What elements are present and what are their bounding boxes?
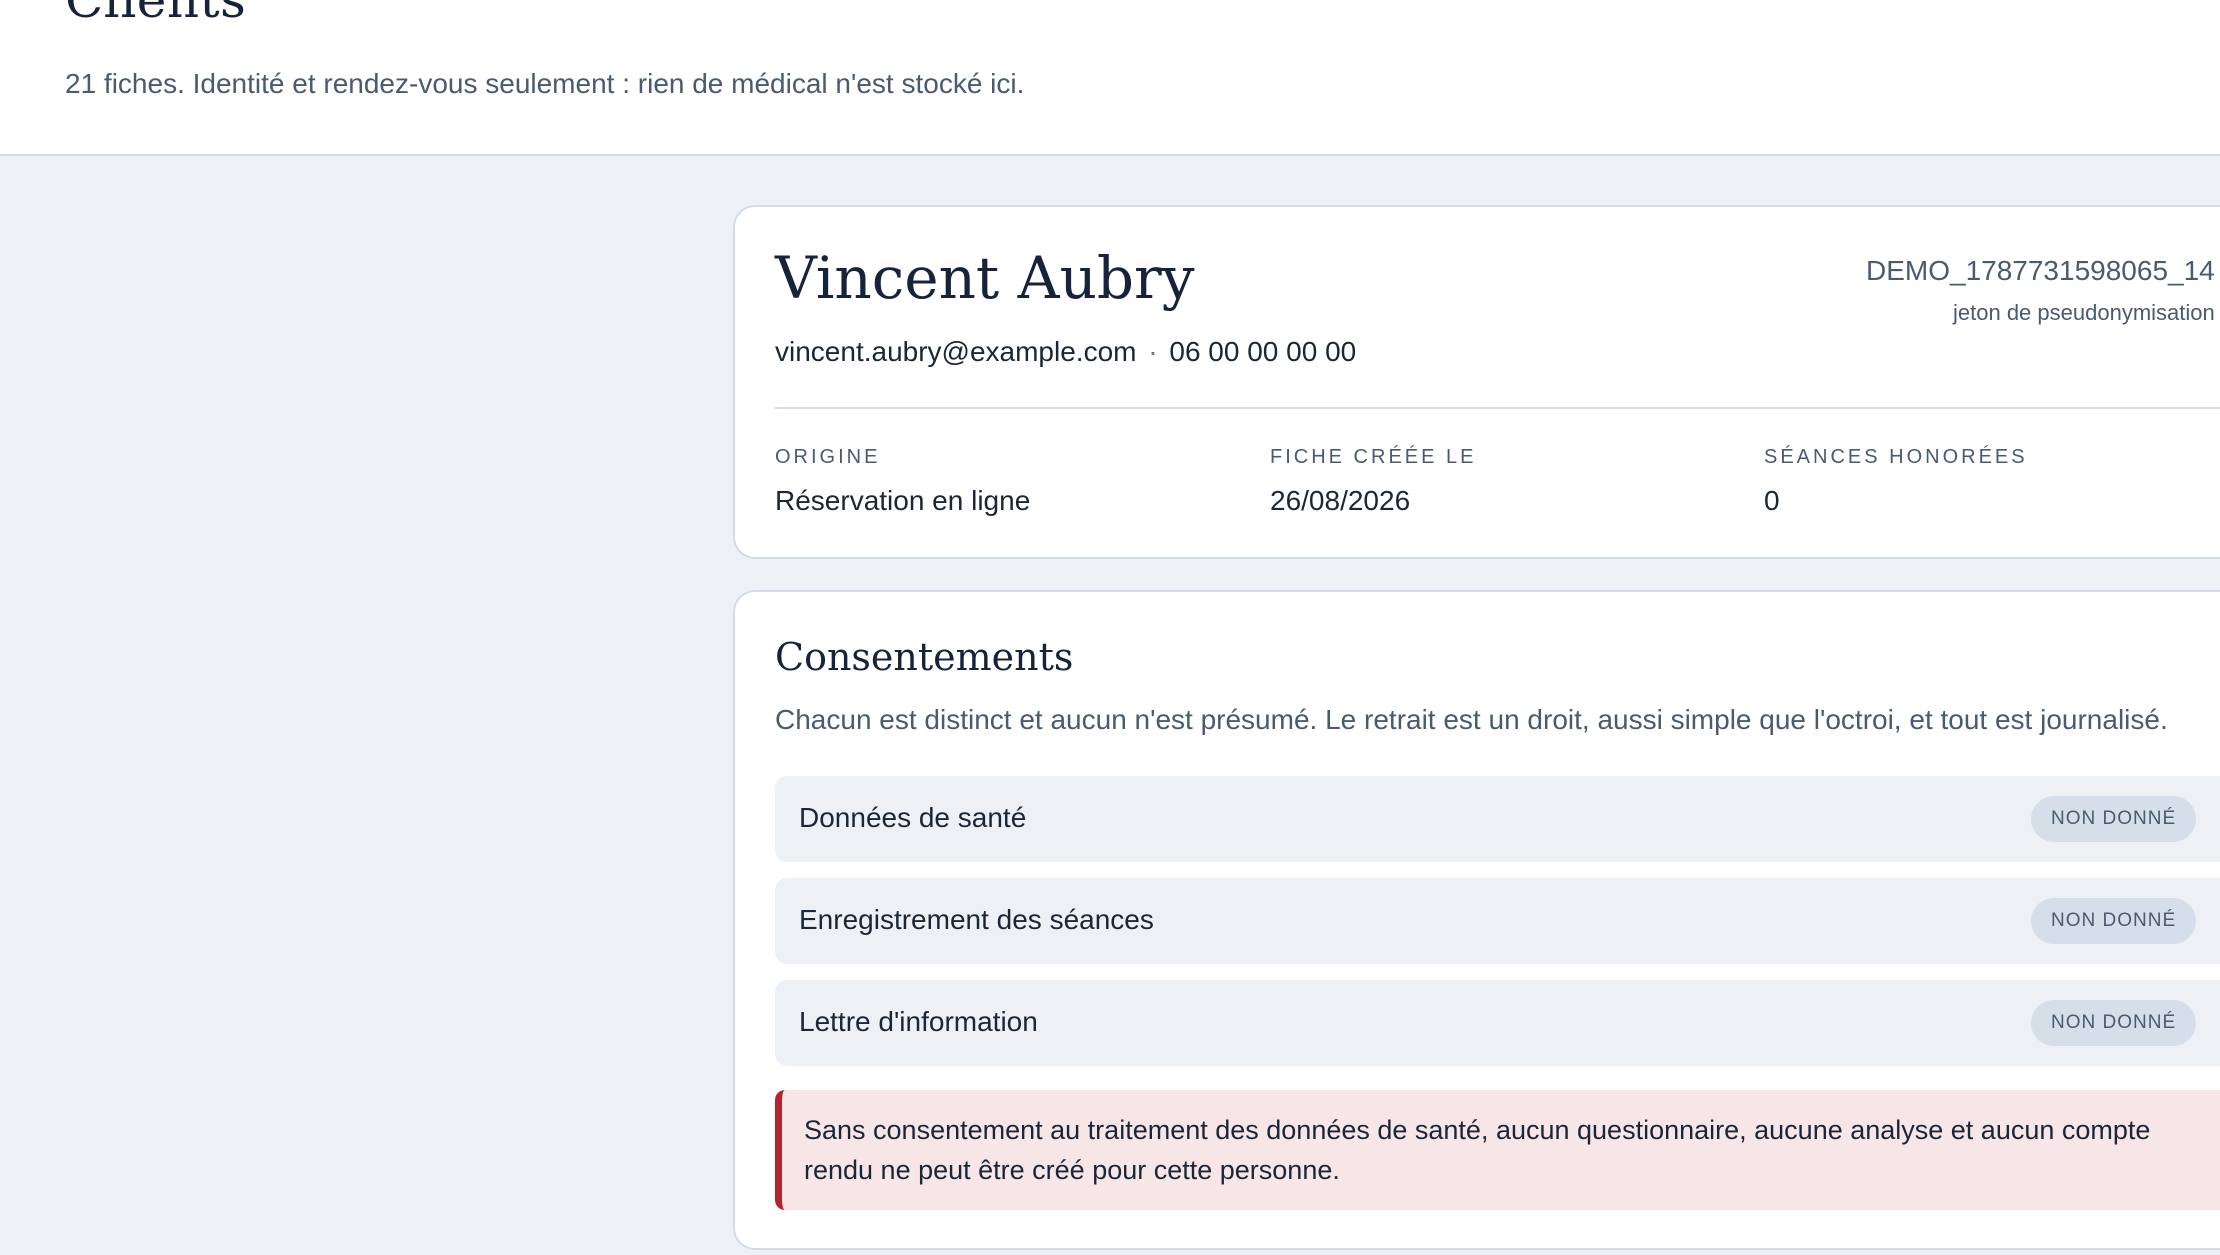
warning-text: Sans consentement au traitement des donn…: [804, 1115, 2151, 1185]
consent-row-health-data: Données de santé NON DONNÉ: [775, 776, 2220, 862]
divider: [775, 407, 2220, 409]
meta-origin: ORIGINE Réservation en ligne: [775, 443, 1030, 521]
consent-status-badge[interactable]: NON DONNÉ: [2031, 898, 2197, 944]
client-contact: vincent.aubry@example.com · 06 00 00 00 …: [775, 332, 1356, 372]
meta-label: ORIGINE: [775, 446, 881, 468]
pseudonymisation-token: DEMO_1787731598065_14: [1866, 255, 2215, 286]
client-email: vincent.aubry@example.com: [775, 336, 1137, 367]
page-subtitle: 21 fiches. Identité et rendez-vous seule…: [65, 68, 1025, 99]
meta-value: 0: [1764, 485, 1780, 516]
contact-separator: ·: [1148, 336, 1158, 367]
page-title: Clients: [65, 0, 247, 29]
page-header: Clients 21 fiches. Identité et rendez-vo…: [0, 0, 2220, 156]
consent-row-session-recording: Enregistrement des séances NON DONNÉ: [775, 878, 2220, 964]
client-phone: 06 00 00 00 00: [1169, 336, 1357, 367]
client-card: Vincent Aubry vincent.aubry@example.com …: [733, 205, 2220, 559]
consent-row-newsletter: Lettre d'information NON DONNÉ: [775, 980, 2220, 1066]
meta-value: Réservation en ligne: [775, 485, 1031, 516]
meta-sessions-honored: SÉANCES HONORÉES 0: [1764, 443, 2028, 521]
consents-description: Chacun est distinct et aucun n'est présu…: [775, 704, 2168, 735]
meta-label: SÉANCES HONORÉES: [1764, 446, 2028, 468]
consent-status-badge[interactable]: NON DONNÉ: [2031, 796, 2197, 842]
meta-created-date: FICHE CRÉÉE LE 26/08/2026: [1270, 443, 1476, 521]
client-name: Vincent Aubry: [775, 244, 1195, 312]
consent-label: Enregistrement des séances: [799, 904, 1154, 935]
health-consent-warning: Sans consentement au traitement des donn…: [775, 1090, 2220, 1210]
consents-card: Consentements Chacun est distinct et auc…: [733, 590, 2220, 1250]
consents-title: Consentements: [775, 635, 1074, 679]
consent-label: Lettre d'information: [799, 1006, 1038, 1037]
consent-status-badge[interactable]: NON DONNÉ: [2031, 1000, 2197, 1046]
meta-value: 26/08/2026: [1270, 485, 1411, 516]
consent-label: Données de santé: [799, 802, 1027, 833]
meta-label: FICHE CRÉÉE LE: [1270, 446, 1477, 468]
pseudonymisation-token-label: jeton de pseudonymisation: [1953, 300, 2215, 325]
